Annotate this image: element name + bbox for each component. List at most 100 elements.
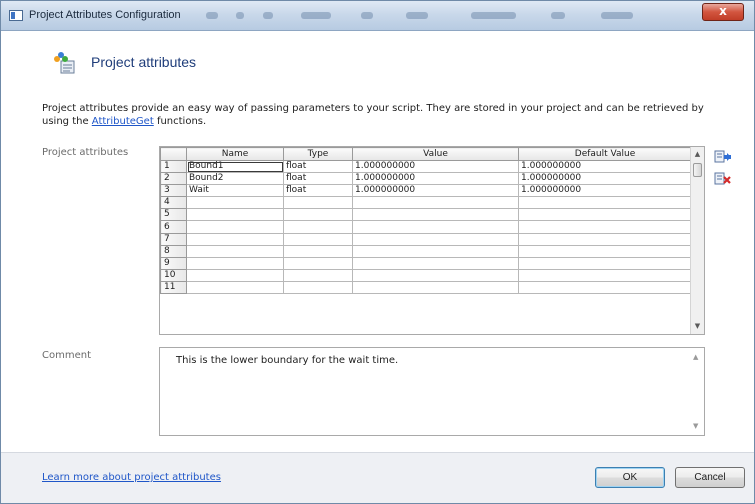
value-cell[interactable] (352, 232, 519, 246)
attributeget-link[interactable]: AttributeGet (92, 116, 154, 127)
table-row[interactable]: 5 (160, 208, 692, 222)
table-row[interactable]: 4 (160, 196, 692, 210)
table-row[interactable]: 1 Bound1 float 1.000000000 1.000000000 (160, 159, 692, 174)
default-value-cell[interactable] (518, 280, 692, 295)
scroll-thumb[interactable] (693, 163, 702, 177)
scroll-down-icon[interactable]: ▼ (693, 422, 698, 430)
attributes-table: Name Type Value Default Value 1 Bound1 f… (160, 147, 692, 295)
type-cell[interactable] (283, 232, 353, 246)
value-cell[interactable]: 1.000000000 (352, 159, 519, 174)
row-number[interactable]: 11 (160, 280, 187, 295)
delete-attribute-button[interactable] (714, 171, 732, 187)
column-header-type[interactable]: Type (283, 147, 353, 161)
dialog-footer: Learn more about project attributes OK C… (1, 452, 754, 503)
row-number[interactable]: 3 (160, 184, 187, 198)
type-cell[interactable] (283, 220, 353, 234)
row-number[interactable]: 6 (160, 220, 187, 234)
name-cell[interactable] (186, 208, 284, 222)
row-number[interactable]: 7 (160, 232, 187, 246)
attributes-label: Project attributes (42, 147, 129, 158)
type-cell[interactable]: float (283, 159, 353, 174)
default-value-cell[interactable] (518, 196, 692, 210)
corner-header (160, 147, 187, 161)
row-number[interactable]: 10 (160, 268, 187, 282)
name-cell[interactable] (186, 220, 284, 234)
default-value-cell[interactable] (518, 244, 692, 258)
dialog-header: Project attributes (1, 32, 754, 88)
type-cell[interactable] (283, 208, 353, 222)
type-cell[interactable]: float (283, 184, 353, 198)
description-text-end: functions. (153, 116, 207, 127)
value-cell[interactable] (352, 196, 519, 210)
default-value-cell[interactable]: 1.000000000 (518, 172, 692, 186)
row-number[interactable]: 8 (160, 244, 187, 258)
app-icon (9, 10, 23, 21)
comment-scrollbar[interactable]: ▲ ▼ (690, 348, 704, 435)
type-cell[interactable] (283, 280, 353, 295)
column-header-value[interactable]: Value (352, 147, 519, 161)
project-attributes-icon (54, 52, 75, 74)
table-row[interactable]: 2 Bound2 float 1.000000000 1.000000000 (160, 172, 692, 186)
scroll-up-icon[interactable]: ▲ (693, 353, 698, 361)
table-row[interactable]: 10 (160, 268, 692, 282)
default-value-cell[interactable] (518, 208, 692, 222)
scroll-down-icon[interactable]: ▼ (693, 322, 702, 331)
type-cell[interactable] (283, 196, 353, 210)
column-header-default-value[interactable]: Default Value (518, 147, 692, 161)
table-row[interactable]: 11 (160, 280, 692, 295)
comment-text: This is the lower boundary for the wait … (176, 355, 399, 366)
default-value-cell[interactable]: 1.000000000 (518, 184, 692, 198)
type-cell[interactable] (283, 256, 353, 270)
value-cell[interactable]: 1.000000000 (352, 184, 519, 198)
table-row[interactable]: 6 (160, 220, 692, 234)
table-row[interactable]: 9 (160, 256, 692, 270)
name-cell[interactable] (186, 256, 284, 270)
row-number[interactable]: 9 (160, 256, 187, 270)
comment-textarea[interactable]: This is the lower boundary for the wait … (159, 347, 705, 436)
value-cell[interactable] (352, 244, 519, 258)
default-value-cell[interactable] (518, 268, 692, 282)
default-value-cell[interactable] (518, 256, 692, 270)
add-attribute-button[interactable] (714, 149, 732, 165)
close-button[interactable]: x (702, 3, 744, 21)
name-cell[interactable] (186, 196, 284, 210)
default-value-cell[interactable] (518, 220, 692, 234)
name-cell[interactable] (186, 268, 284, 282)
cancel-button[interactable]: Cancel (675, 467, 745, 488)
learn-more-link[interactable]: Learn more about project attributes (42, 472, 221, 483)
value-cell[interactable]: 1.000000000 (352, 172, 519, 186)
value-cell[interactable] (352, 256, 519, 270)
comment-label: Comment (42, 350, 91, 361)
grid-scrollbar[interactable]: ▲ ▼ (690, 147, 704, 334)
description: Project attributes provide an easy way o… (42, 102, 732, 128)
type-cell[interactable] (283, 244, 353, 258)
column-header-name[interactable]: Name (186, 147, 284, 161)
window-title: Project Attributes Configuration (29, 9, 181, 21)
value-cell[interactable] (352, 220, 519, 234)
ok-button[interactable]: OK (595, 467, 665, 488)
row-number[interactable]: 1 (160, 159, 187, 174)
name-cell[interactable] (186, 232, 284, 246)
default-value-cell[interactable] (518, 232, 692, 246)
type-cell[interactable] (283, 268, 353, 282)
type-cell[interactable]: float (283, 172, 353, 186)
value-cell[interactable] (352, 208, 519, 222)
value-cell[interactable] (352, 268, 519, 282)
attributes-grid[interactable]: Name Type Value Default Value 1 Bound1 f… (159, 146, 705, 335)
row-number[interactable]: 2 (160, 172, 187, 186)
scroll-up-icon[interactable]: ▲ (693, 150, 702, 159)
name-cell[interactable]: Bound1 (186, 159, 284, 174)
delete-attribute-icon (714, 172, 731, 185)
default-value-cell[interactable]: 1.000000000 (518, 159, 692, 174)
table-row[interactable]: 7 (160, 232, 692, 246)
name-cell[interactable]: Wait (186, 184, 284, 198)
table-row[interactable]: 8 (160, 244, 692, 258)
title-bar[interactable]: Project Attributes Configuration x (1, 1, 754, 31)
name-cell[interactable]: Bound2 (186, 172, 284, 186)
table-row[interactable]: 3 Wait float 1.000000000 1.000000000 (160, 184, 692, 198)
row-number[interactable]: 5 (160, 208, 187, 222)
value-cell[interactable] (352, 280, 519, 295)
row-number[interactable]: 4 (160, 196, 187, 210)
name-cell[interactable] (186, 280, 284, 295)
name-cell[interactable] (186, 244, 284, 258)
